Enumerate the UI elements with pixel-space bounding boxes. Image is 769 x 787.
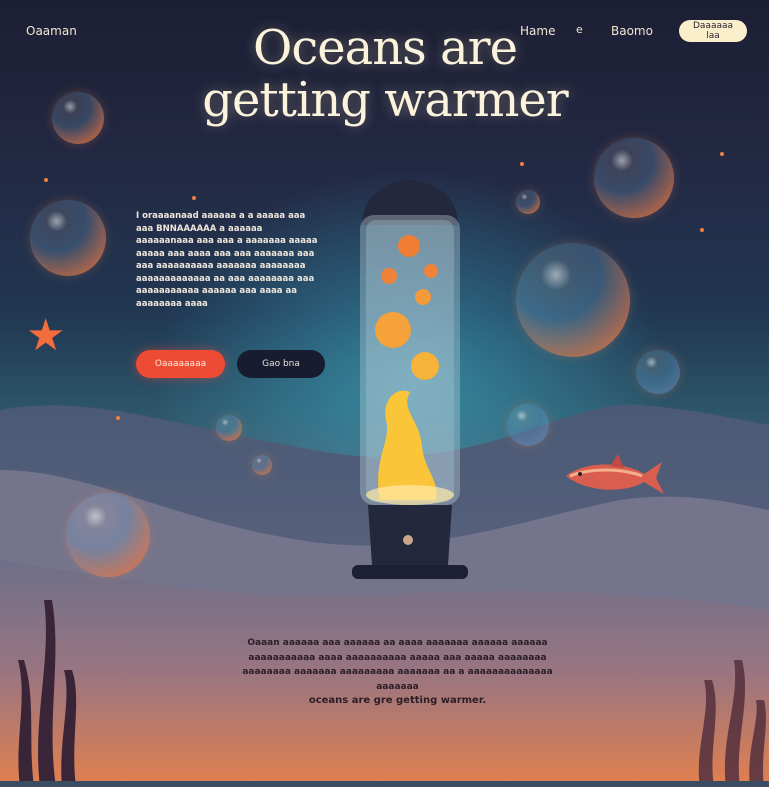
- spark: [700, 228, 704, 232]
- bubble: [252, 455, 272, 475]
- footer-last-line: oceans are gre getting warmer.: [308, 695, 487, 706]
- bottom-bar: [0, 781, 769, 787]
- secondary-button[interactable]: Gao bna: [237, 350, 325, 378]
- lava-lamp-icon: [352, 180, 468, 579]
- title-line-2: getting warmer: [202, 72, 568, 128]
- footer-description: Oaaan aaaaaa aaa aaaaaa aa aaaa aaaaaaa …: [225, 636, 570, 709]
- spark: [116, 416, 120, 420]
- nav-cta-button[interactable]: Daaaaaa laa: [679, 20, 747, 42]
- hero-description: I oraaaanaad aaaaaa a a aaaaa aaa aaa BN…: [136, 211, 318, 309]
- bubble: [30, 200, 106, 276]
- title-line-1: Oceans are: [252, 20, 518, 76]
- bubble: [516, 243, 630, 357]
- bubble: [636, 350, 680, 394]
- spark: [520, 162, 524, 166]
- bubble: [507, 404, 549, 446]
- bubble: [594, 138, 674, 218]
- primary-button[interactable]: Oaaaaaaaa: [136, 350, 225, 378]
- footer-body: Oaaan aaaaaa aaa aaaaaa aa aaaa aaaaaaa …: [242, 638, 553, 692]
- bubble: [66, 493, 150, 577]
- spark: [44, 178, 48, 182]
- bubble: [52, 92, 104, 144]
- page-title: Oceans are getting warmer: [150, 22, 620, 126]
- spark: [192, 196, 196, 200]
- starfish-icon: ★: [26, 310, 66, 361]
- spark: [720, 152, 724, 156]
- bubble: [516, 190, 540, 214]
- site-logo[interactable]: Oaaman: [26, 24, 77, 38]
- bubble: [216, 415, 242, 441]
